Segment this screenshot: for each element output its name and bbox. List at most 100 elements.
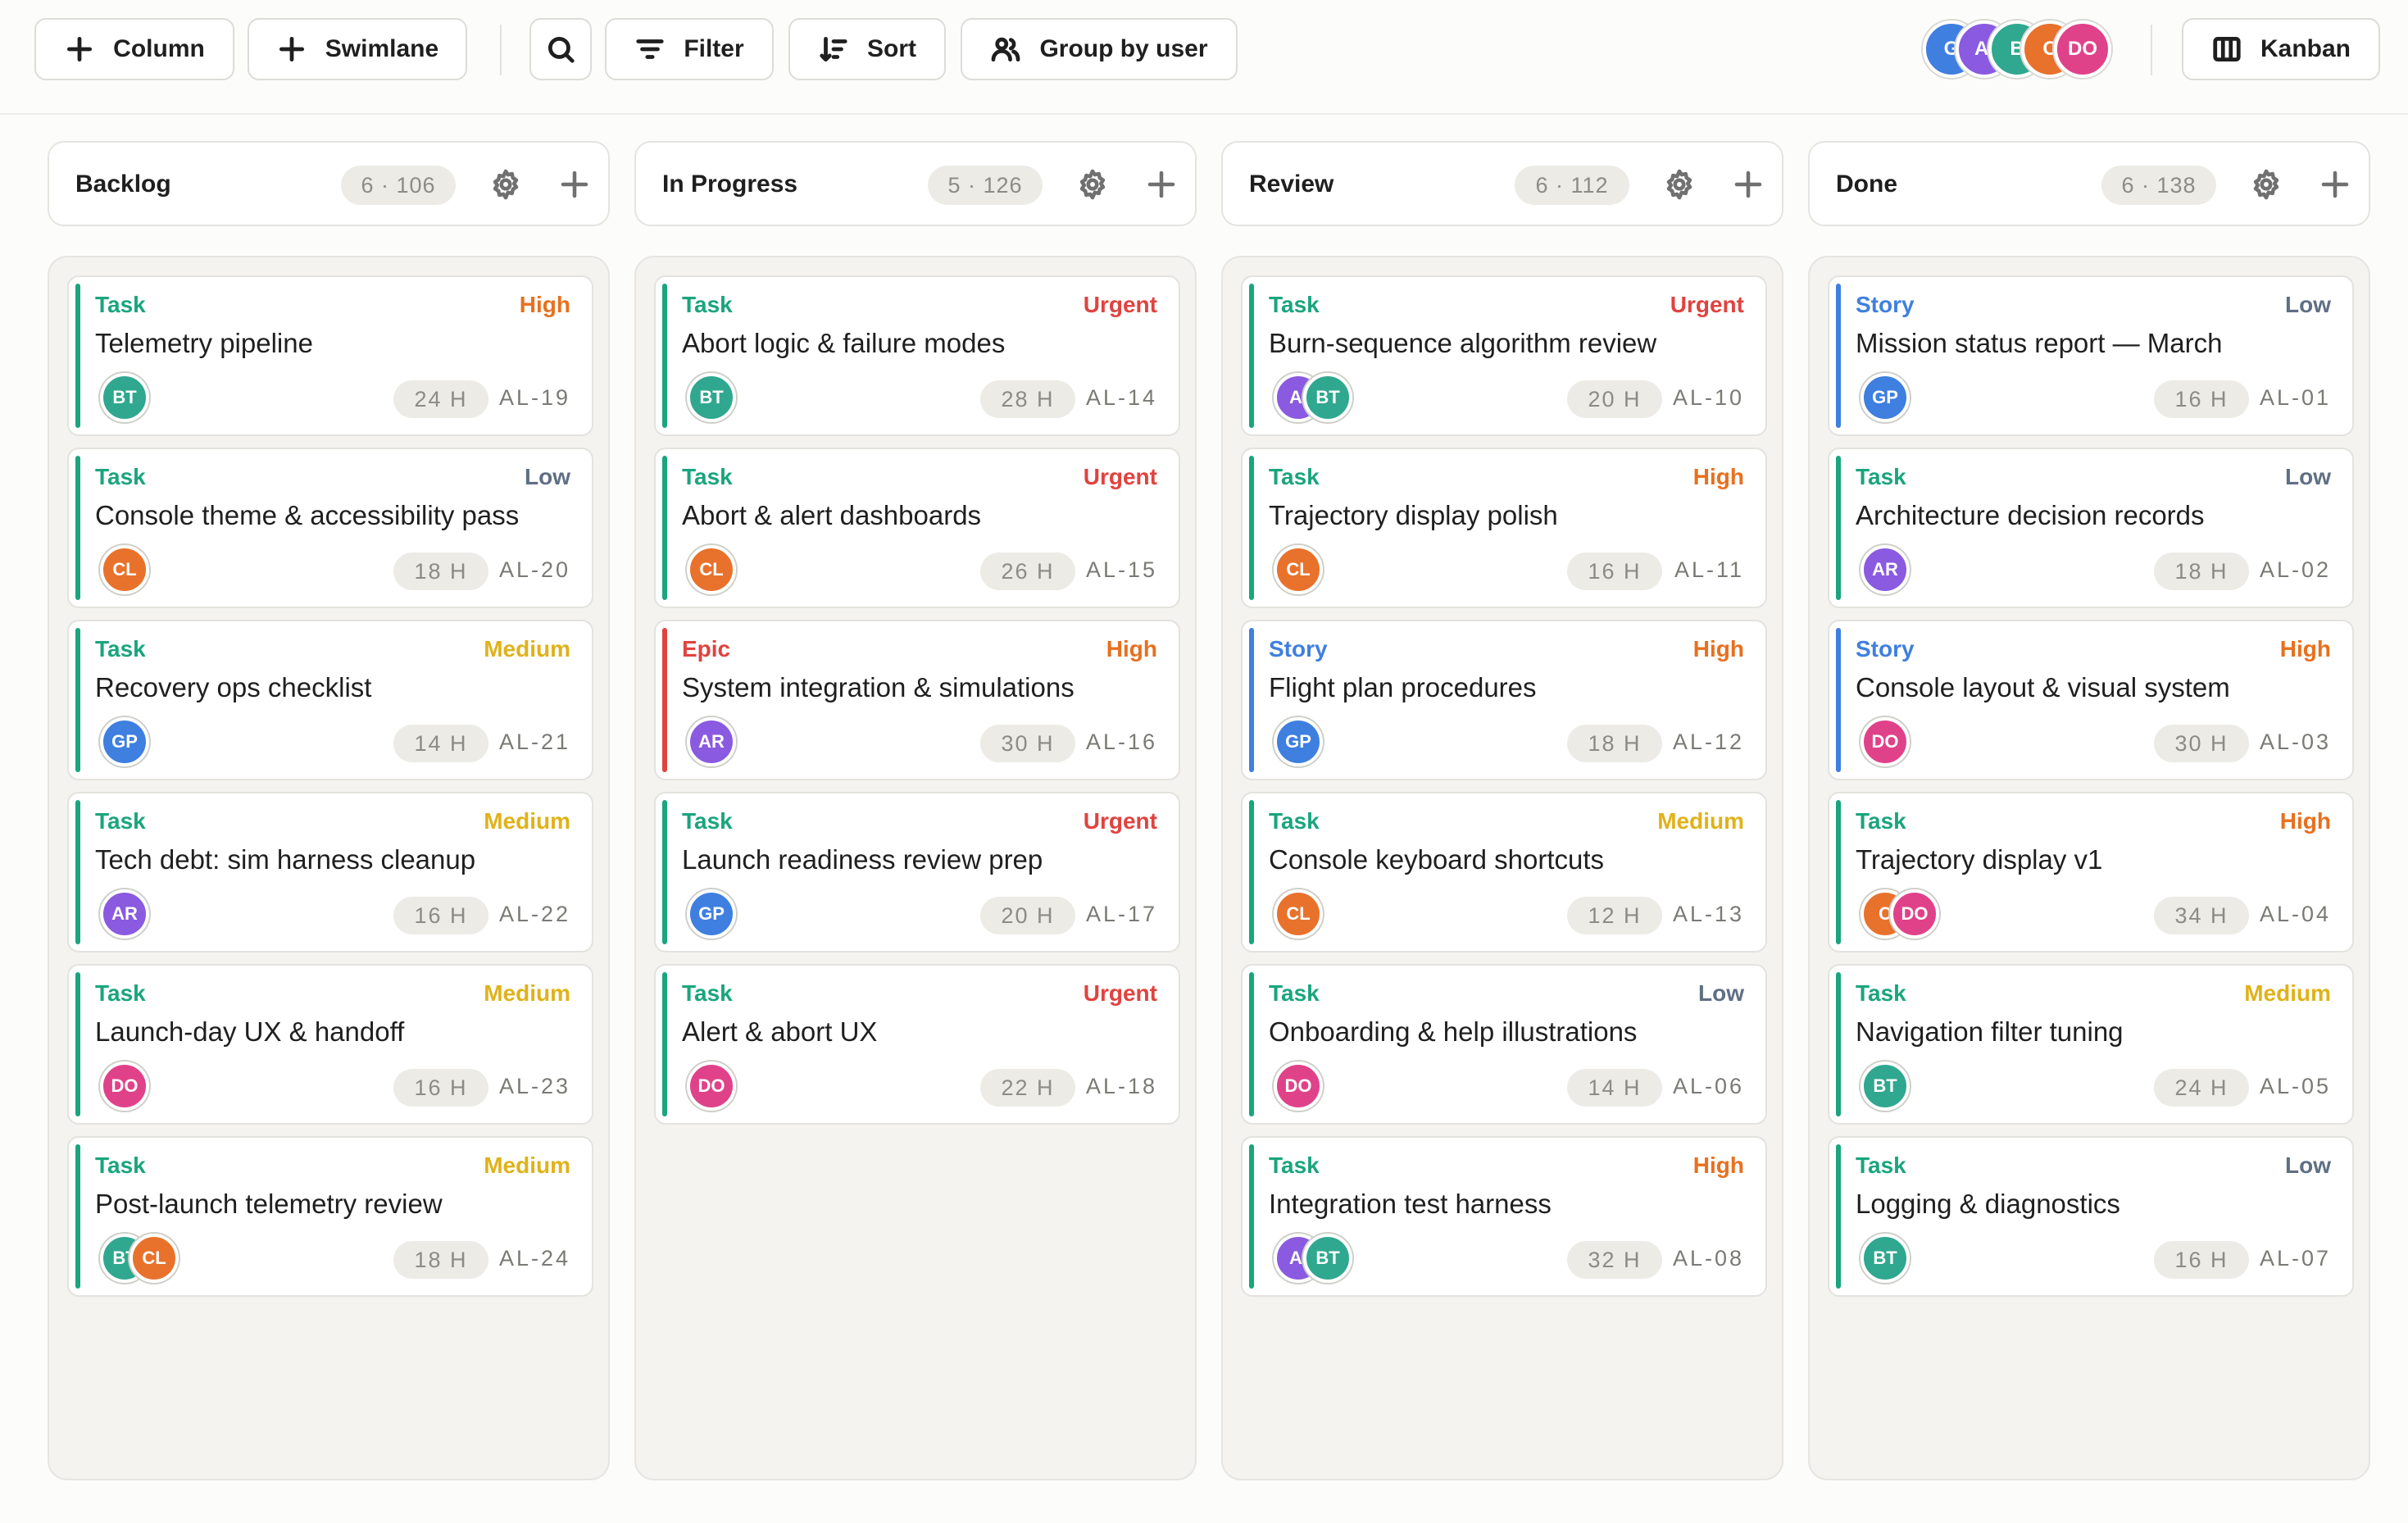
task-card[interactable]: Task Low Architecture decision records AR 18… bbox=[1828, 448, 2354, 608]
task-card[interactable]: Task Medium Console keyboard shortcuts CL 12… bbox=[1241, 792, 1767, 952]
card-key: AL-17 bbox=[1085, 902, 1157, 926]
card-type: Task bbox=[1269, 292, 1320, 317]
sort-label: Sort bbox=[867, 35, 916, 62]
task-card[interactable]: Task Low Console theme & accessibility pas… bbox=[67, 448, 593, 608]
card-title: Recovery ops checklist bbox=[95, 672, 372, 702]
card-priority: Medium bbox=[484, 636, 570, 661]
task-card[interactable]: Task Urgent Abort logic & failure modes BT 2… bbox=[654, 275, 1180, 436]
task-card[interactable]: Task High Trajectory display polish CL 16 H A… bbox=[1241, 448, 1767, 608]
task-card[interactable]: Story High Console layout & visual system D… bbox=[1828, 620, 2354, 780]
plus-icon bbox=[67, 36, 93, 62]
add-column-button[interactable]: Column bbox=[34, 18, 234, 80]
card-type: Task bbox=[1269, 464, 1320, 489]
column-settings-gear-icon[interactable] bbox=[488, 167, 523, 202]
card-assignees: DO bbox=[100, 1061, 149, 1112]
user-avatar: BT bbox=[1303, 373, 1352, 422]
card-priority: High bbox=[2279, 808, 2331, 834]
card-title: Tech debt: sim harness cleanup bbox=[95, 844, 476, 875]
column-header-done: Done 6 · 138 bbox=[1808, 141, 2370, 226]
task-card[interactable]: Task Medium Recovery ops checklist GP 14 H AL… bbox=[67, 620, 593, 780]
card-estimate-badge: 16 H bbox=[1567, 552, 1662, 590]
column-count-badge: 6 · 106 bbox=[341, 166, 456, 205]
card-priority: Medium bbox=[1657, 808, 1744, 834]
filter-label: Filter bbox=[684, 35, 744, 62]
task-card[interactable]: Task High Integration test harness AI BT 32 H… bbox=[1241, 1136, 1767, 1297]
task-card[interactable]: Task Medium Launch-day UX & handoff DO 16 H A… bbox=[67, 964, 593, 1125]
task-card[interactable]: Task Medium Tech debt: sim harness cleanup… bbox=[67, 792, 593, 952]
user-avatar: DO bbox=[1890, 889, 1939, 939]
card-priority: Medium bbox=[484, 808, 570, 834]
card-title: Flight plan procedures bbox=[1269, 672, 1537, 702]
card-assignees: AR bbox=[687, 716, 736, 767]
card-title: Post-launch telemetry review bbox=[95, 1189, 443, 1219]
card-assignees: BT bbox=[100, 372, 149, 423]
card-key: AL-01 bbox=[2259, 385, 2331, 410]
task-card[interactable]: Task High Telemetry pipeline BT 24 H AL-19 bbox=[67, 275, 593, 436]
task-card[interactable]: Task Urgent Abort & alert dashboards CL 26 H… bbox=[654, 448, 1180, 608]
view-kanban-button[interactable]: Kanban bbox=[2182, 18, 2380, 80]
task-card[interactable]: Task Low Onboarding & help illustrations DO… bbox=[1241, 964, 1767, 1125]
card-type: Task bbox=[682, 464, 733, 489]
task-card[interactable]: Task Low Logging & diagnostics BT 16 H AL-07 bbox=[1828, 1136, 2354, 1297]
card-title: Logging & diagnostics bbox=[1856, 1189, 2120, 1219]
task-card[interactable]: Task Urgent Launch readiness review prep GP… bbox=[654, 792, 1180, 952]
card-estimate-badge: 16 H bbox=[393, 897, 488, 934]
card-type: Task bbox=[1269, 1152, 1320, 1178]
add-card-plus-icon[interactable] bbox=[1144, 167, 1179, 202]
card-assignees: CL bbox=[100, 544, 149, 595]
task-card[interactable]: Task Medium Navigation filter tuning BT 24 H… bbox=[1828, 964, 2354, 1125]
card-type: Task bbox=[95, 1152, 146, 1178]
card-type: Task bbox=[95, 808, 146, 834]
card-type-stripe bbox=[662, 972, 667, 1116]
card-key: AL-16 bbox=[1085, 730, 1157, 754]
card-estimate-badge: 20 H bbox=[980, 897, 1075, 934]
column-done: Story Low Mission status report — March GP 1… bbox=[1808, 256, 2370, 1480]
task-card[interactable]: Task High Trajectory display v1 C DO 34 H AL-0… bbox=[1828, 792, 2354, 952]
card-type-stripe bbox=[1249, 628, 1254, 772]
column-title: Done bbox=[1836, 170, 1897, 198]
task-card[interactable]: Task Urgent Alert & abort UX DO 22 H AL-18 bbox=[654, 964, 1180, 1125]
card-key: AL-03 bbox=[2259, 730, 2331, 754]
add-swimlane-button[interactable]: Swimlane bbox=[248, 18, 467, 80]
card-title: Alert & abort UX bbox=[682, 1016, 878, 1047]
card-assignees: CL bbox=[687, 544, 736, 595]
add-card-plus-icon[interactable] bbox=[2318, 167, 2352, 202]
card-key: AL-19 bbox=[498, 385, 570, 410]
column-count-badge: 6 · 138 bbox=[2101, 166, 2216, 205]
task-card[interactable]: Story Low Mission status report — March GP 1… bbox=[1828, 275, 2354, 436]
card-type-stripe bbox=[1249, 800, 1254, 944]
card-priority: Urgent bbox=[1083, 464, 1157, 489]
card-type-stripe bbox=[75, 1144, 80, 1289]
card-type-stripe bbox=[1249, 1144, 1254, 1289]
column-count-badge: 6 · 112 bbox=[1515, 166, 1629, 205]
card-estimate-badge: 16 H bbox=[393, 1069, 488, 1107]
sort-button[interactable]: Sort bbox=[788, 18, 946, 80]
card-assignees: GP bbox=[100, 716, 149, 767]
sort-icon bbox=[820, 36, 847, 62]
card-type: Task bbox=[682, 980, 733, 1006]
column-settings-gear-icon[interactable] bbox=[1662, 167, 1697, 202]
card-key: AL-07 bbox=[2259, 1246, 2331, 1271]
card-type-stripe bbox=[75, 800, 80, 944]
user-avatar: AR bbox=[687, 717, 736, 766]
column-settings-gear-icon[interactable] bbox=[2249, 167, 2283, 202]
group-by-user-button[interactable]: Group by user bbox=[961, 18, 1238, 80]
team-avatars[interactable]: G AI B C DO bbox=[1923, 18, 2111, 80]
add-card-plus-icon[interactable] bbox=[1731, 167, 1765, 202]
task-card[interactable]: Task Urgent Burn-sequence algorithm review… bbox=[1241, 275, 1767, 436]
task-card[interactable]: Story High Flight plan procedures GP 18 H AL-… bbox=[1241, 620, 1767, 780]
card-estimate-badge: 14 H bbox=[1567, 1069, 1662, 1107]
filter-button[interactable]: Filter bbox=[605, 18, 774, 80]
card-key: AL-14 bbox=[1085, 385, 1157, 410]
task-card[interactable]: Epic High System integration & simulations… bbox=[654, 620, 1180, 780]
card-priority: Low bbox=[525, 464, 570, 489]
card-estimate-badge: 18 H bbox=[393, 552, 488, 590]
column-settings-gear-icon[interactable] bbox=[1075, 167, 1110, 202]
task-card[interactable]: Task Medium Post-launch telemetry review BT… bbox=[67, 1136, 593, 1297]
add-card-plus-icon[interactable] bbox=[557, 167, 592, 202]
card-type-stripe bbox=[1249, 456, 1254, 600]
card-assignees: DO bbox=[687, 1061, 736, 1112]
column-backlog: Task High Telemetry pipeline BT 24 H AL-19 Tas… bbox=[48, 256, 610, 1480]
search-icon bbox=[547, 36, 575, 63]
search-button[interactable] bbox=[529, 18, 592, 80]
